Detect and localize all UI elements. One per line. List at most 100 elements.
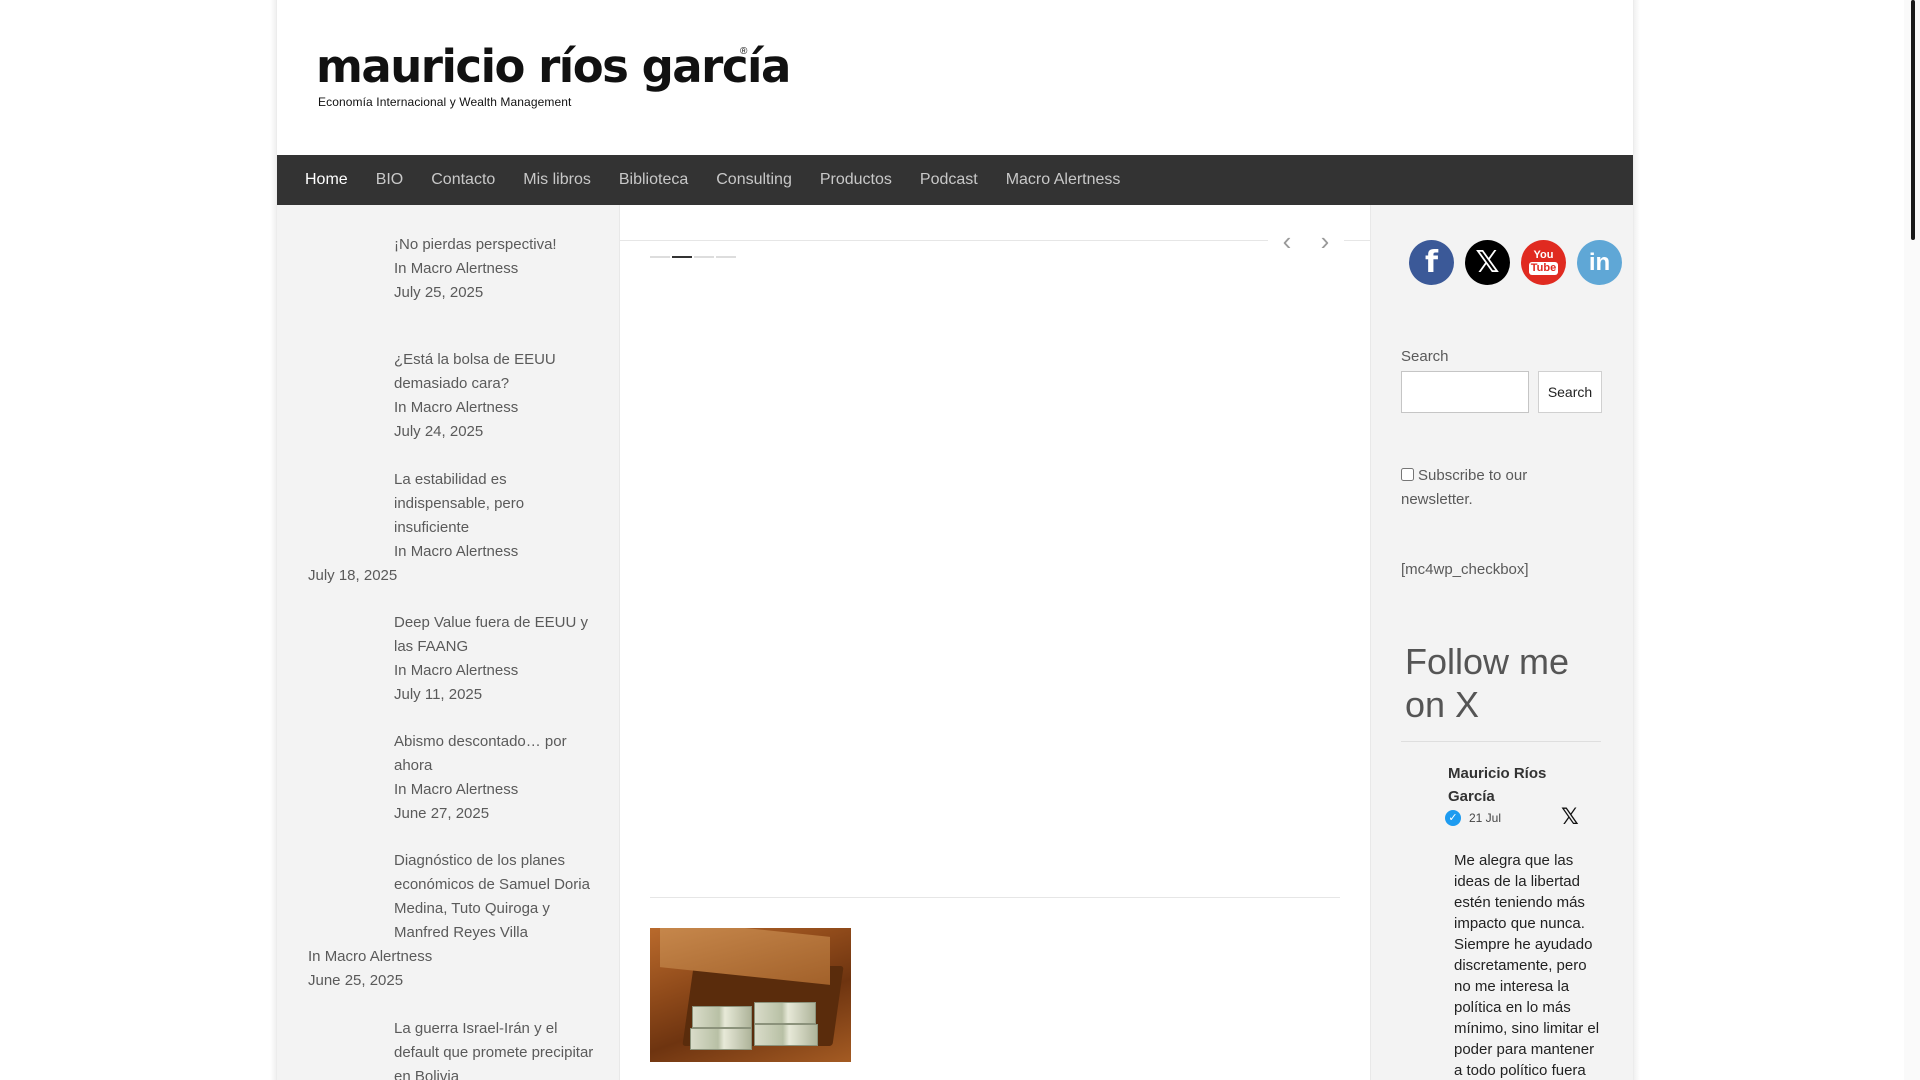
site-header: mauricio ríos garcía ® Economía Internac… (277, 0, 1633, 155)
list-item: ¡No pierdas perspectiva! In Macro Alertn… (394, 233, 594, 305)
nav-item-podcast[interactable]: Podcast (906, 155, 992, 205)
category-link[interactable]: Macro Alertness (411, 662, 519, 679)
post-thumbnail[interactable] (307, 345, 379, 417)
nav-item-macro-alertness[interactable]: Macro Alertness (992, 155, 1135, 205)
tweet-author[interactable]: Mauricio Ríos García (1448, 762, 1568, 808)
nav-item-contacto[interactable]: Contacto (417, 155, 509, 205)
post-title[interactable]: Deep Value fuera de EEUU y las FAANG (394, 611, 594, 659)
main-content: ‹ › (620, 205, 1370, 1080)
tweet-date[interactable]: 21 Jul (1469, 811, 1501, 825)
post-date: June 25, 2025 (308, 972, 404, 989)
post-thumbnail[interactable] (307, 846, 379, 918)
follow-divider (1401, 741, 1601, 742)
post-thumbnail[interactable] (307, 608, 379, 680)
category-link[interactable]: Macro Alertness (411, 543, 519, 560)
category-prefix: In (394, 399, 411, 416)
post-thumbnail[interactable] (307, 727, 379, 799)
post-date: June 27, 2025 (394, 805, 490, 822)
logo-title: mauricio ríos garcía (316, 40, 791, 93)
page-shadow-right (1634, 0, 1640, 1080)
post-category: In Macro Alertness (394, 540, 554, 564)
banknote-shape (690, 1028, 752, 1050)
post-category: In Macro Alertness (394, 659, 594, 683)
chevron-left-icon[interactable]: ‹ (1283, 228, 1292, 254)
category-link[interactable]: Macro Alertness (411, 781, 519, 798)
post-category: In Macro Alertness (394, 778, 594, 802)
slider-divider (620, 240, 1370, 241)
newsletter-label: Subscribe to our newsletter. (1401, 467, 1528, 508)
linkedin-icon[interactable]: in (1577, 240, 1622, 285)
post-category: In Macro Alertness (394, 396, 594, 420)
list-item: La guerra Israel-Irán y el default que p… (394, 1017, 599, 1080)
search-input[interactable] (1401, 371, 1529, 413)
post-date: July 25, 2025 (394, 284, 484, 301)
search-button[interactable]: Search (1538, 371, 1602, 413)
verified-icon: ✓ (1445, 810, 1461, 826)
follow-heading: Follow me on X (1405, 641, 1570, 725)
post-title[interactable]: La estabilidad es indispensable, pero in… (394, 468, 554, 540)
post-title[interactable]: Diagnóstico de los planes económicos de … (394, 849, 599, 945)
facebook-icon[interactable]: f (1409, 240, 1454, 285)
category-prefix: In (308, 948, 325, 965)
social-links: f 𝕏 You Tube in (1409, 240, 1622, 285)
newsletter-checkbox[interactable] (1401, 468, 1414, 481)
post-thumbnail[interactable] (307, 1014, 379, 1080)
post-thumbnail[interactable] (307, 465, 379, 537)
main-nav: Home BIO Contacto Mis libros Biblioteca … (277, 155, 1633, 205)
slider-dot[interactable] (694, 256, 714, 258)
post-title[interactable]: ¿Está la bolsa de EEUU demasiado cara? (394, 348, 594, 396)
post-title[interactable]: ¡No pierdas perspectiva! (394, 233, 594, 257)
category-prefix: In (394, 781, 411, 798)
money-drawer-image[interactable] (650, 928, 851, 1062)
slider-dot-active[interactable] (672, 256, 692, 258)
x-logo-icon[interactable]: 𝕏 (1561, 805, 1579, 830)
slider-dot[interactable] (716, 256, 736, 258)
nav-item-consulting[interactable]: Consulting (702, 155, 806, 205)
list-item: La estabilidad es indispensable, pero in… (394, 468, 554, 564)
category-link[interactable]: Macro Alertness (325, 948, 433, 965)
chevron-right-icon[interactable]: › (1321, 228, 1330, 254)
slider-pagination (650, 256, 736, 258)
right-sidebar: f 𝕏 You Tube in Search Search Subscribe … (1370, 205, 1633, 1080)
category-prefix: In (394, 543, 411, 560)
youtube-icon[interactable]: You Tube (1521, 240, 1566, 285)
list-item: In Macro Alertness June 25, 2025 (308, 945, 432, 993)
recent-posts-sidebar: ¡No pierdas perspectiva! In Macro Alertn… (277, 205, 620, 1080)
banknote-shape (692, 1006, 752, 1028)
banknote-shape (754, 1002, 816, 1024)
banknote-shape (754, 1024, 818, 1046)
list-item: Diagnóstico de los planes económicos de … (394, 849, 599, 945)
list-item: Abismo descontado… por ahora In Macro Al… (394, 730, 594, 826)
tweet-text: Me alegra que las ideas de la libertad e… (1454, 852, 1600, 1079)
nav-item-home[interactable]: Home (291, 155, 362, 205)
category-prefix: In (394, 260, 411, 277)
post-category: In Macro Alertness (394, 257, 594, 281)
list-item: ¿Está la bolsa de EEUU demasiado cara? I… (394, 348, 594, 444)
slider-dot[interactable] (650, 256, 670, 258)
list-item: Deep Value fuera de EEUU y las FAANG In … (394, 611, 594, 707)
post-date: July 24, 2025 (394, 423, 484, 440)
post-title[interactable]: La guerra Israel-Irán y el default que p… (394, 1017, 599, 1080)
post-date: July 18, 2025 (308, 567, 398, 584)
search-label: Search (1401, 348, 1449, 365)
post-thumbnail[interactable] (307, 230, 379, 302)
post-title[interactable]: Abismo descontado… por ahora (394, 730, 594, 778)
x-icon[interactable]: 𝕏 (1465, 240, 1510, 285)
shortcode-text: [mc4wp_checkbox] (1401, 561, 1529, 578)
category-prefix: In (394, 662, 411, 679)
post-category: In Macro Alertness (308, 945, 432, 969)
content-divider (650, 897, 1340, 898)
registered-mark: ® (740, 46, 748, 57)
nav-item-mis-libros[interactable]: Mis libros (509, 155, 605, 205)
category-link[interactable]: Macro Alertness (411, 260, 519, 277)
youtube-tube-text: Tube (1528, 262, 1559, 275)
category-link[interactable]: Macro Alertness (411, 399, 519, 416)
post-date: July 11, 2025 (394, 686, 483, 703)
scrollbar-thumb[interactable] (1911, 0, 1915, 240)
nav-item-biblioteca[interactable]: Biblioteca (605, 155, 702, 205)
site-logo[interactable]: mauricio ríos garcía ® Economía Internac… (316, 40, 791, 109)
newsletter-option: Subscribe to our newsletter. (1401, 464, 1601, 512)
nav-item-productos[interactable]: Productos (806, 155, 906, 205)
nav-item-bio[interactable]: BIO (362, 155, 418, 205)
slider-controls: ‹ › (1268, 225, 1344, 257)
